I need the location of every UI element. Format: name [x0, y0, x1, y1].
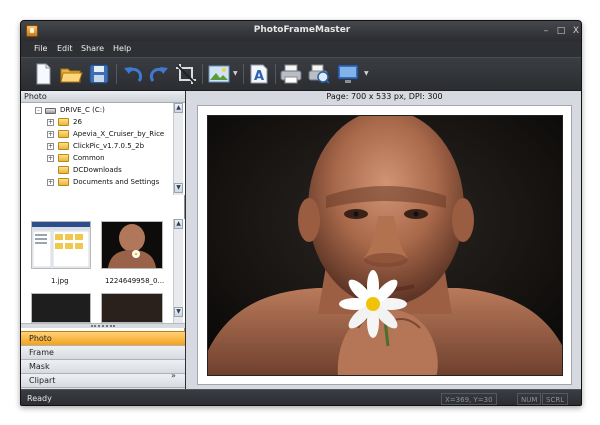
- thumbnail-label: 1224649958_0...: [105, 277, 165, 285]
- expand-icon[interactable]: +: [47, 143, 54, 150]
- menu-file[interactable]: File: [34, 44, 47, 53]
- portrait-thumbnail-image: [102, 222, 162, 268]
- scroll-lock-indicator: SCRL: [542, 393, 569, 405]
- thumbnail-1[interactable]: [31, 221, 91, 269]
- maximize-button[interactable]: □: [554, 25, 568, 37]
- tree-item-label: DCDownloads: [73, 166, 122, 174]
- cursor-coordinates: X=369, Y=30: [441, 393, 497, 405]
- scroll-down-icon[interactable]: ▼: [174, 183, 183, 193]
- panel-title: Photo: [21, 91, 185, 103]
- toolbar-separator: [202, 64, 203, 84]
- save-icon[interactable]: [87, 62, 111, 86]
- tree-item-label: ClickPic_v1.7.0.5_2b: [73, 142, 145, 150]
- screenshot-thumbnail-image: [32, 222, 90, 268]
- photo-image[interactable]: [207, 115, 563, 376]
- menu-share[interactable]: Share: [81, 44, 104, 53]
- folder-icon: [58, 154, 69, 162]
- redo-icon[interactable]: [147, 62, 171, 86]
- monitor-icon[interactable]: [336, 62, 360, 86]
- scroll-up-icon[interactable]: ▲: [174, 103, 183, 113]
- print-preview-icon[interactable]: [307, 62, 331, 86]
- tree-item-label: Documents and Settings: [73, 178, 160, 186]
- tree-item-common[interactable]: + Common: [47, 153, 175, 164]
- new-file-icon[interactable]: [31, 62, 55, 86]
- insert-image-icon[interactable]: [207, 62, 231, 86]
- tree-item-drive-c[interactable]: - DRIVE_C (C:): [35, 105, 175, 116]
- num-lock-indicator: NUM: [517, 393, 542, 405]
- svg-text:A: A: [254, 69, 264, 84]
- tab-photo[interactable]: Photo: [21, 331, 185, 345]
- toolbar: ▼ A ▼: [21, 57, 581, 91]
- canvas-area: Page: 700 x 533 px, DPI: 300: [186, 91, 581, 389]
- tree-item-documents-and-settings[interactable]: + Documents and Settings: [47, 177, 175, 188]
- thumbnail-panel: 1.jpg 1224649958_0... ▲ ▼: [21, 219, 185, 323]
- folder-icon: [58, 178, 69, 186]
- menu-edit[interactable]: Edit: [57, 44, 73, 53]
- open-folder-icon[interactable]: [59, 62, 83, 86]
- tree-item-label: 26: [73, 118, 82, 126]
- expand-icon[interactable]: +: [47, 179, 54, 186]
- expand-icon[interactable]: +: [47, 155, 54, 162]
- thumbnail-4[interactable]: [101, 293, 163, 323]
- title-bar[interactable]: PhotoFrameMaster – □ X: [21, 21, 581, 41]
- app-window: PhotoFrameMaster – □ X File Edit Share H…: [20, 20, 582, 406]
- tab-frame[interactable]: Frame: [21, 345, 185, 359]
- more-tabs-icon[interactable]: »: [171, 371, 178, 380]
- toolbar-separator: [275, 64, 276, 84]
- page-canvas[interactable]: [197, 105, 572, 385]
- expand-icon[interactable]: +: [47, 119, 54, 126]
- tab-clipart[interactable]: Clipart: [21, 373, 185, 387]
- page-info-label: Page: 700 x 533 px, DPI: 300: [326, 92, 443, 101]
- toolbar-separator: [116, 64, 117, 84]
- close-button[interactable]: X: [569, 25, 581, 37]
- crop-icon[interactable]: [174, 62, 198, 86]
- thumbnail-2[interactable]: [101, 221, 163, 269]
- tree-item-label: DRIVE_C (C:): [60, 106, 105, 114]
- text-icon[interactable]: A: [247, 62, 271, 86]
- scroll-up-icon[interactable]: ▲: [174, 219, 183, 229]
- folder-icon: [58, 118, 69, 126]
- tab-mask[interactable]: Mask: [21, 359, 185, 373]
- tree-item-label: Apevia_X_Cruiser_by_Rice: [73, 130, 165, 138]
- folder-icon: [58, 130, 69, 138]
- thumbnail-label: 1.jpg: [51, 277, 69, 285]
- thumbnail-3[interactable]: [31, 293, 91, 323]
- thumbnail-scrollbar[interactable]: ▲ ▼: [173, 219, 183, 323]
- toolbar-separator: [243, 64, 244, 84]
- chevron-down-icon[interactable]: ▼: [233, 71, 239, 77]
- tree-scrollbar-vertical[interactable]: ▲ ▼: [173, 103, 183, 195]
- folder-icon: [58, 142, 69, 150]
- tree-item-clickpic[interactable]: + ClickPic_v1.7.0.5_2b: [47, 141, 175, 152]
- panel-splitter[interactable]: [21, 323, 185, 328]
- menu-help[interactable]: Help: [113, 44, 131, 53]
- status-text: Ready: [27, 394, 52, 403]
- tree-item-apevia[interactable]: + Apevia_X_Cruiser_by_Rice: [47, 129, 175, 140]
- folder-tree[interactable]: - DRIVE_C (C:) + 26 + Apevia_X_Cruiser_b…: [21, 103, 185, 195]
- menu-bar: File Edit Share Help: [21, 41, 581, 57]
- status-bar: Ready X=369, Y=30 NUM SCRL: [21, 389, 581, 405]
- drive-icon: [45, 108, 56, 114]
- window-title: PhotoFrameMaster: [253, 25, 351, 35]
- chevron-down-icon[interactable]: ▼: [364, 71, 370, 77]
- collapse-icon[interactable]: -: [35, 107, 42, 114]
- minimize-button[interactable]: –: [539, 25, 553, 37]
- print-icon[interactable]: [279, 62, 303, 86]
- tree-item-dcdownloads[interactable]: DCDownloads: [47, 165, 175, 176]
- expand-icon[interactable]: +: [47, 131, 54, 138]
- undo-icon[interactable]: [121, 62, 145, 86]
- tree-item-26[interactable]: + 26: [47, 117, 175, 128]
- grip-icon: [91, 325, 115, 327]
- folder-icon: [58, 166, 69, 174]
- tree-item-label: Common: [73, 154, 105, 162]
- left-panel: Photo - DRIVE_C (C:) + 26 + Apevia_X_Cru…: [21, 91, 185, 389]
- scroll-down-icon[interactable]: ▼: [174, 307, 183, 317]
